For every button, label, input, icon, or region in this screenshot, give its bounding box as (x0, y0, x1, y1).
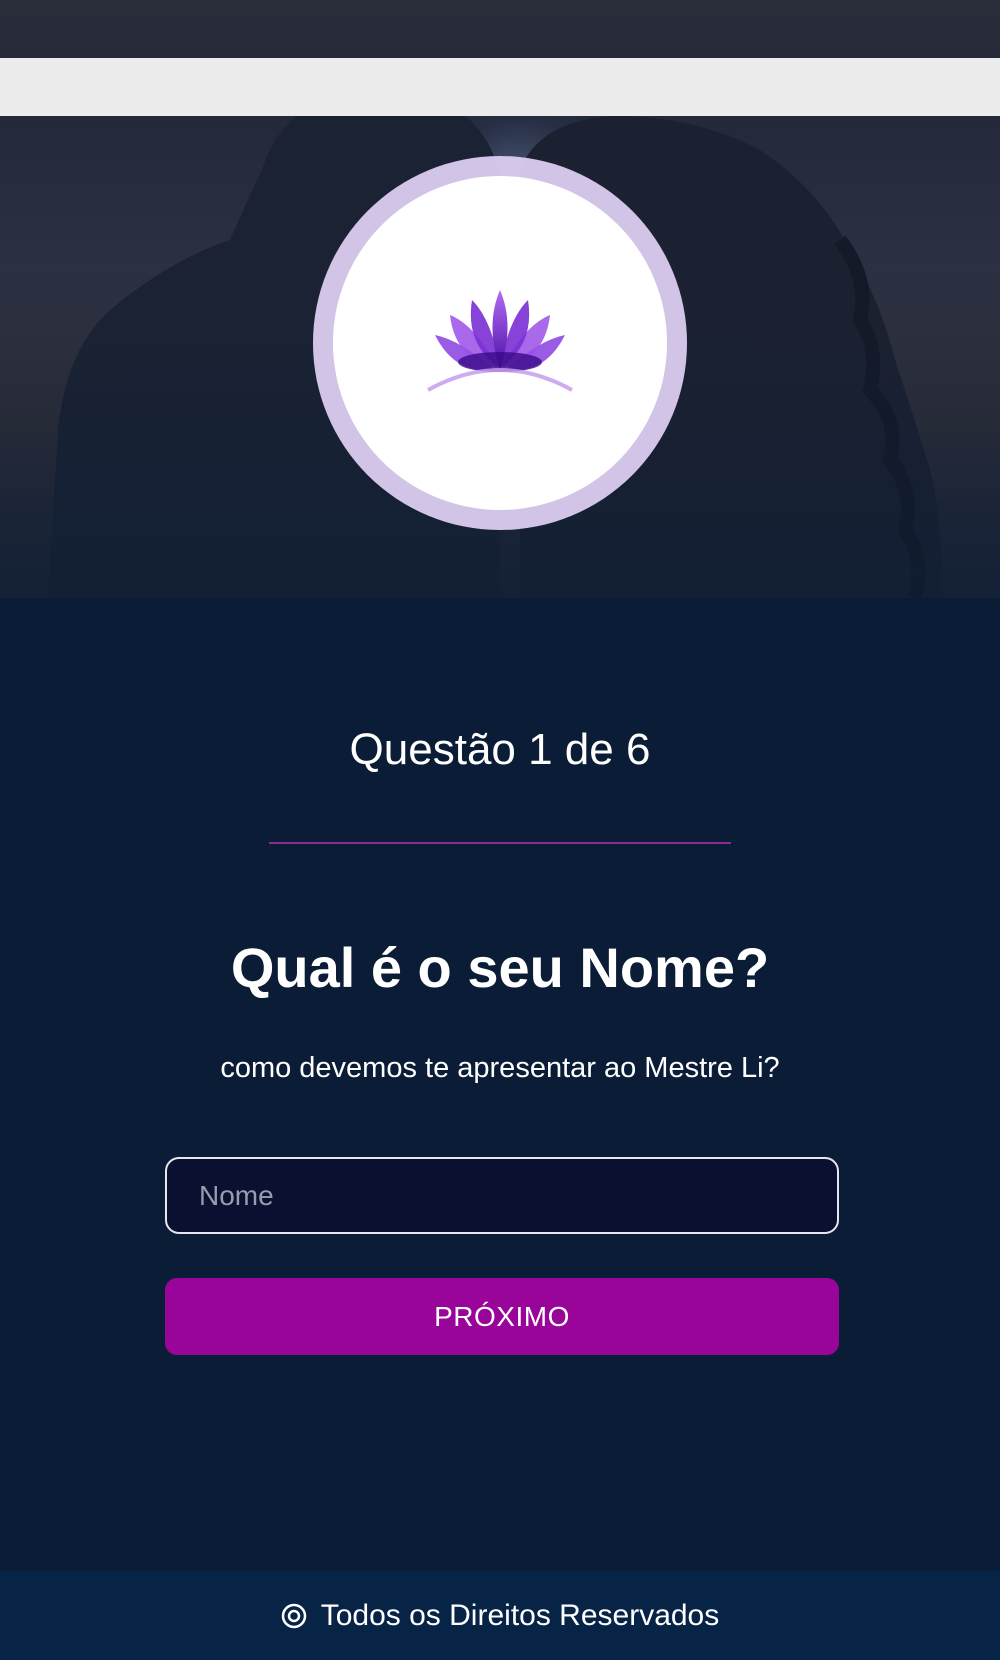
copyright-icon (281, 1603, 307, 1629)
footer-text: Todos os Direitos Reservados (320, 1598, 720, 1632)
question-title: Qual é o seu Nome? (230, 936, 770, 999)
next-button[interactable]: PRÓXIMO (165, 1278, 839, 1355)
lotus-icon (427, 290, 573, 392)
top-bar (0, 58, 1000, 116)
name-input[interactable] (165, 1157, 839, 1234)
divider (269, 842, 731, 844)
question-subtitle: como devemos te apresentar ao Mestre Li? (220, 1052, 780, 1084)
footer: Todos os Direitos Reservados (0, 1571, 1000, 1660)
question-counter: Questão 1 de 6 (349, 725, 651, 774)
